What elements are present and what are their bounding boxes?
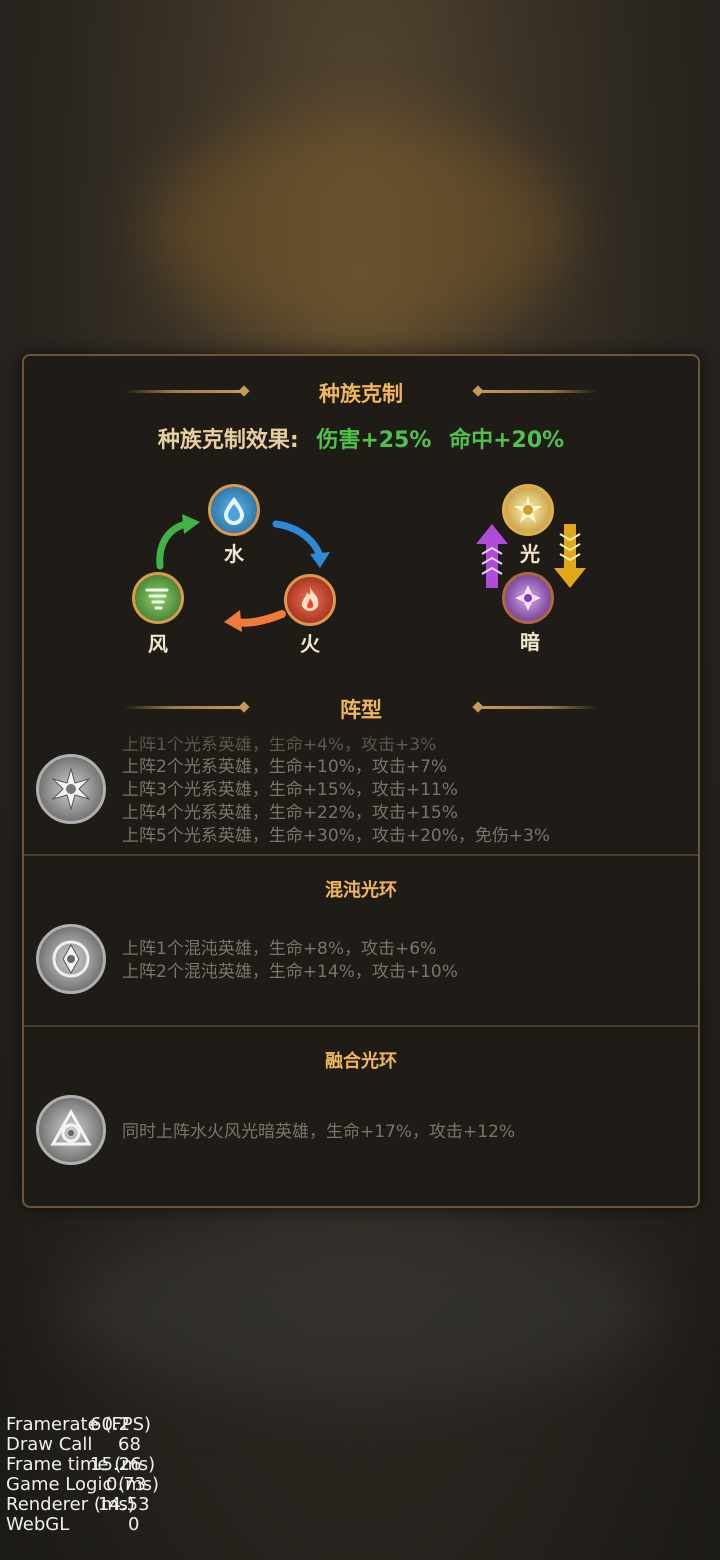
light-bonus-line-5: 上阵5个光系英雄，生命+30%，攻击+20%，免伤+3% — [122, 826, 551, 846]
debug-row: Frame time (ms) 15.26 — [6, 1454, 156, 1475]
chaos-badge-icon — [36, 924, 106, 994]
effect-damage: 伤害+25% — [316, 428, 432, 453]
scroll-fade — [24, 728, 698, 742]
effect-label: 种族克制效果: — [157, 428, 299, 453]
formation-section-fusion[interactable]: 融合光环 同时上阵水火风光暗英雄，生命+17%，攻击+12% — [24, 1027, 698, 1203]
chaos-aura-title: 混沌光环 — [325, 880, 397, 901]
panel-title: 种族克制 — [319, 382, 403, 406]
background-blur — [150, 120, 570, 340]
chaos-bonus-line-2: 上阵2个混沌英雄，生命+14%，攻击+10% — [122, 962, 458, 982]
fusion-bonus-line-1: 同时上阵水火风光暗英雄，生命+17%，攻击+12% — [122, 1122, 516, 1142]
arrow-wind-to-water-icon — [156, 520, 190, 570]
cycle-arrows — [156, 514, 330, 632]
arrow-fire-to-wind-icon — [234, 610, 286, 627]
debug-row: Draw Call 68 — [6, 1434, 141, 1455]
light-bonus-line-3: 上阵3个光系英雄，生命+15%，攻击+11% — [122, 780, 458, 800]
debug-row: Renderer (ms) 14.53 — [6, 1494, 150, 1515]
light-star-badge-icon — [36, 754, 106, 824]
fusion-aura-title: 融合光环 — [325, 1051, 397, 1072]
effect-hit: 命中+20% — [449, 428, 565, 453]
effect-line: 种族克制效果: 伤害+25% 命中+20% — [24, 422, 698, 454]
debug-row: Framerate (FPS) 60.2 — [6, 1414, 152, 1435]
dark-label: 暗 — [520, 630, 540, 654]
light-bonus-line-4: 上阵4个光系英雄，生命+22%，攻击+15% — [122, 803, 458, 823]
dark-to-light-arrow-icon — [476, 524, 508, 588]
debug-row: Game Logic (ms) 0.73 — [6, 1474, 160, 1495]
formation-section-light[interactable]: 上阵1个光系英雄，生命+4%，攻击+3% 上阵2个光系英雄，生命+10%，攻击+… — [24, 732, 698, 856]
formation-title: 阵型 — [340, 698, 382, 722]
light-label: 光 — [520, 542, 540, 566]
light-to-dark-arrow-icon — [554, 524, 586, 588]
race-counter-panel: 种族克制 种族克制效果: 伤害+25% 命中+20% 水 火 风 光 暗 阵型 … — [22, 354, 700, 1208]
chaos-bonus-line-1: 上阵1个混沌英雄，生命+8%，攻击+6% — [122, 939, 437, 959]
arrow-head-icon — [182, 514, 200, 534]
arrow-head-icon — [224, 610, 242, 632]
fusion-badge-icon — [36, 1095, 106, 1165]
light-bonus-line-2: 上阵2个光系英雄，生命+10%，攻击+7% — [122, 757, 448, 777]
arrow-head-icon — [310, 552, 330, 568]
background-blur — [60, 1220, 660, 1400]
debug-stats-overlay: Framerate (FPS) 60.2 Draw Call 68 Frame ti… — [6, 1415, 206, 1535]
formation-section-chaos[interactable]: 混沌光环 上阵1个混沌英雄，生命+8%，攻击+6% 上阵2个混沌英雄，生命+14… — [24, 856, 698, 1026]
debug-row: WebGL 0 — [6, 1514, 140, 1535]
arrow-water-to-fire-icon — [272, 520, 324, 562]
